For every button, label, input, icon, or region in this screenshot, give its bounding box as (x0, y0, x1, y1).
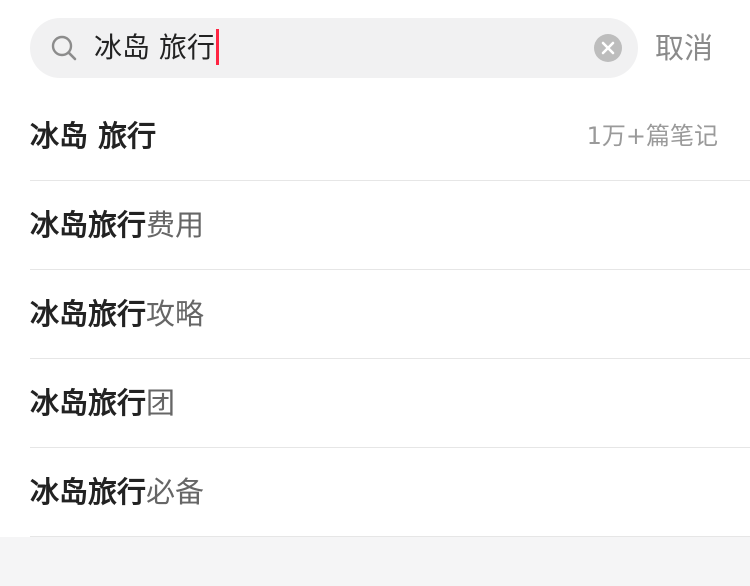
search-box[interactable]: 冰岛 旅行 (30, 18, 638, 78)
cancel-button[interactable]: 取消 (655, 18, 713, 78)
suggestion-highlight: 冰岛旅行 (30, 297, 147, 331)
suggestion-text: 冰岛旅行攻略 (30, 270, 204, 358)
suggestion-highlight: 冰岛 旅行 (30, 119, 157, 153)
suggestion-text: 冰岛 旅行 (30, 92, 156, 180)
search-page: 冰岛 旅行 取消 冰岛 旅行 1万+篇笔记 冰岛旅行费用 冰岛旅行攻略 冰岛旅行… (0, 0, 750, 586)
suggestion-text: 冰岛旅行费用 (30, 181, 204, 269)
suggestion-text: 冰岛旅行必备 (30, 448, 204, 536)
suggestion-highlight: 冰岛旅行 (30, 208, 147, 242)
suggestion-rest: 攻略 (146, 297, 205, 331)
suggestion-highlight: 冰岛旅行 (30, 475, 147, 509)
suggestion-item[interactable]: 冰岛旅行费用 (30, 181, 750, 270)
suggestion-item[interactable]: 冰岛旅行团 (30, 359, 750, 448)
suggestion-highlight: 冰岛旅行 (30, 386, 147, 420)
suggestion-list: 冰岛 旅行 1万+篇笔记 冰岛旅行费用 冰岛旅行攻略 冰岛旅行团 冰岛旅行必备 (0, 92, 750, 537)
search-header: 冰岛 旅行 取消 (0, 0, 750, 92)
suggestion-item[interactable]: 冰岛 旅行 1万+篇笔记 (30, 92, 750, 181)
suggestion-item[interactable]: 冰岛旅行攻略 (30, 270, 750, 359)
suggestion-item[interactable]: 冰岛旅行必备 (30, 448, 750, 537)
search-input[interactable]: 冰岛 旅行 (94, 18, 219, 78)
suggestion-rest: 必备 (146, 475, 205, 509)
suggestion-rest: 团 (146, 386, 176, 420)
text-caret (215, 29, 219, 65)
suggestion-text: 冰岛旅行团 (30, 359, 175, 447)
note-count: 1万+篇笔记 (586, 122, 718, 150)
search-query-text: 冰岛 旅行 (94, 31, 215, 64)
suggestion-rest: 费用 (146, 208, 205, 242)
clear-icon[interactable] (594, 34, 622, 62)
search-icon (50, 34, 78, 62)
